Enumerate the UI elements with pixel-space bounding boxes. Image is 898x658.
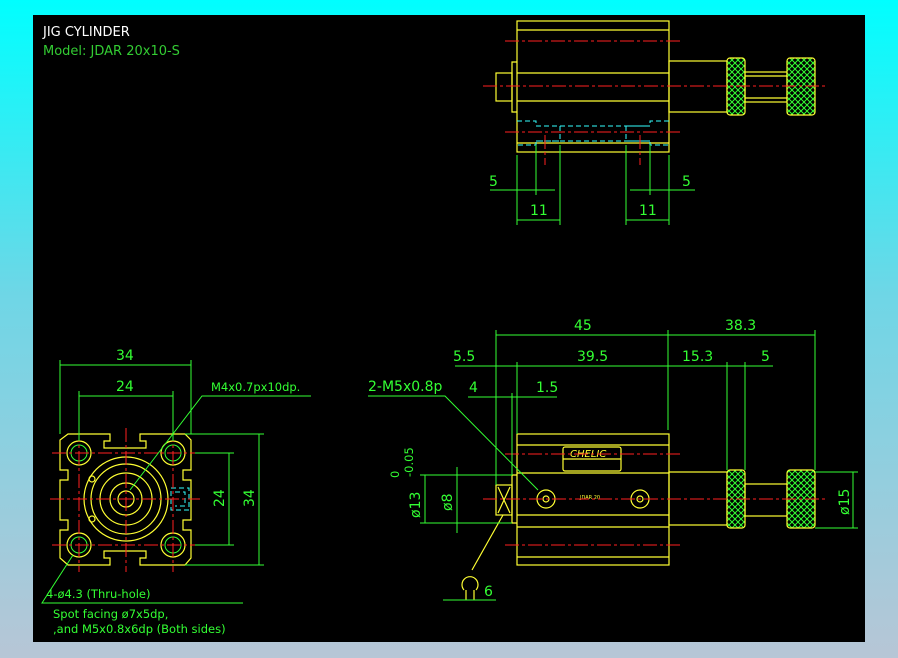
dim-5: 5 <box>761 349 770 365</box>
dim-dia-15: ø15 <box>837 489 853 515</box>
dim-front-width-24: 24 <box>116 379 134 395</box>
callout-ports: 2-M5x0.8p <box>368 379 442 395</box>
side-view: CHELIC JDAR 20 45 38.3 5.5 39.5 15.3 5 4… <box>368 318 858 601</box>
dim-39-5: 39.5 <box>577 349 608 365</box>
dim-45: 45 <box>574 318 592 334</box>
dim-top-left-11: 11 <box>530 203 548 219</box>
callout-m5-tap: ,and M5x0.8x6dp (Both sides) <box>53 622 226 636</box>
dim-dia-13: ø13 <box>408 492 424 518</box>
dim-front-height-24: 24 <box>212 489 228 507</box>
dim-tol-upper: 0 <box>388 471 402 478</box>
dim-5-5: 5.5 <box>453 349 475 365</box>
dim-top-right-11: 11 <box>639 203 657 219</box>
drawing-title: JIG CYLINDER <box>42 25 130 40</box>
dim-15-3: 15.3 <box>682 349 713 365</box>
top-rod-left <box>495 72 513 102</box>
dim-1-5: 1.5 <box>536 380 558 396</box>
front-view: 34 24 24 34 M4x0.7px10dp. 4-ø4.3 (Thru-h… <box>41 348 311 636</box>
dim-38-3: 38.3 <box>725 318 756 334</box>
dim-4: 4 <box>469 380 478 396</box>
dim-dia-8: ø8 <box>440 494 456 511</box>
dim-tol-lower: -0.05 <box>402 447 416 477</box>
dim-top-right-5: 5 <box>682 174 691 190</box>
cad-drawing-canvas: JIG CYLINDER Model: JDAR 20x10-S 5 5 11 … <box>33 15 865 642</box>
callout-m4-tap: M4x0.7px10dp. <box>211 380 300 394</box>
engraving-label: JDAR 20 <box>579 495 600 501</box>
model-label: Model: JDAR 20x10-S <box>43 44 180 59</box>
dim-6: 6 <box>484 584 493 600</box>
dim-top-left-5: 5 <box>489 174 498 190</box>
dim-front-height-34: 34 <box>242 489 258 507</box>
dim-front-width-34: 34 <box>116 348 134 364</box>
top-view: 5 5 11 11 <box>483 20 825 225</box>
callout-spot-facing: Spot facing ø7x5dp, <box>53 607 168 621</box>
callout-thru-holes: 4-ø4.3 (Thru-hole) <box>46 587 151 601</box>
cad-drawing: JIG CYLINDER Model: JDAR 20x10-S 5 5 11 … <box>41 20 858 636</box>
